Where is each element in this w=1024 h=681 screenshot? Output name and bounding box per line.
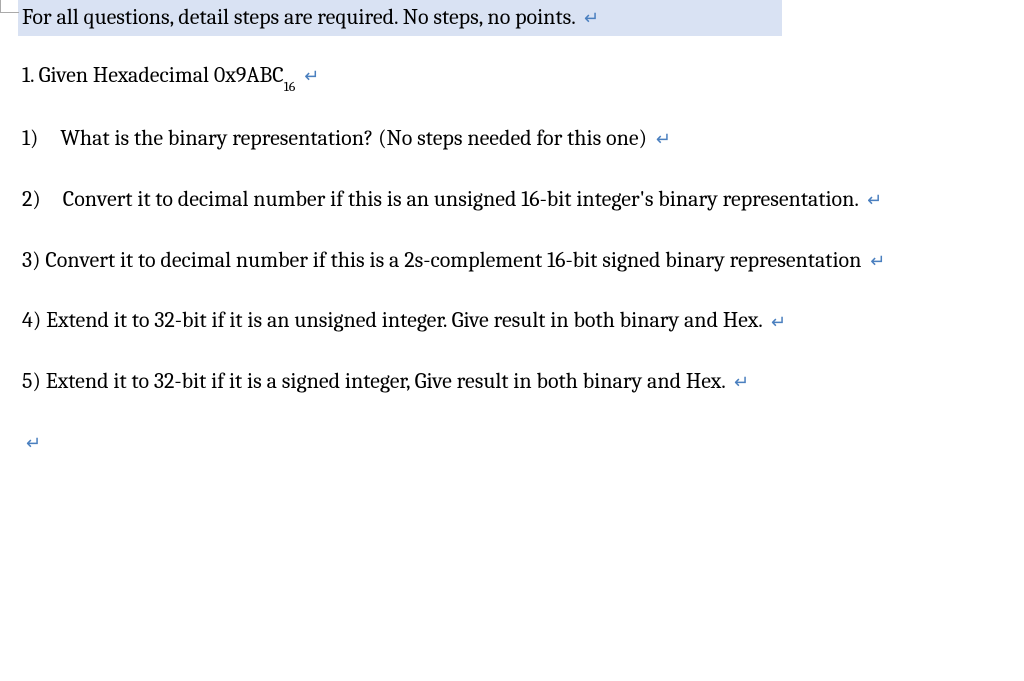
- q1-1-text: 1) What is the binary representation? (N…: [22, 125, 647, 151]
- q1-header-text: 1. Given Hexadecimal 0x9ABC: [22, 62, 284, 88]
- q1-5-text: 5) Extend it to 32-bit if it is a signed…: [22, 368, 725, 394]
- question-1-part-4: 4) Extend it to 32-bit if it is an unsig…: [22, 305, 1000, 336]
- q1-2-text: 2) Convert it to decimal number if this …: [22, 186, 858, 212]
- paragraph-mark-icon: ↵: [656, 127, 671, 152]
- paragraph-mark-icon: ↵: [870, 249, 885, 274]
- question-1-part-3: 3) Convert it to decimal number if this …: [22, 245, 1000, 276]
- instruction-highlight: For all questions, detail steps are requ…: [18, 0, 782, 36]
- question-1-part-2: 2) Convert it to decimal number if this …: [22, 184, 1000, 215]
- paragraph-mark-icon: ↵: [26, 431, 41, 456]
- paragraph-mark-icon: ↵: [304, 64, 319, 89]
- q1-4-text: 4) Extend it to 32-bit if it is an unsig…: [22, 307, 762, 333]
- question-1-header: 1. Given Hexadecimal 0x9ABC16 ↵: [22, 60, 1000, 93]
- q1-3-text: 3) Convert it to decimal number if this …: [22, 247, 861, 273]
- paragraph-mark-icon: ↵: [734, 370, 749, 395]
- paragraph-mark-icon: ↵: [584, 8, 599, 29]
- paragraph-mark-icon: ↵: [867, 188, 882, 213]
- empty-paragraph: ↵: [22, 427, 1000, 458]
- paragraph-mark-icon: ↵: [771, 310, 786, 335]
- question-1-part-5: 5) Extend it to 32-bit if it is a signed…: [22, 366, 1000, 397]
- question-1-part-1: 1) What is the binary representation? (N…: [22, 123, 1000, 154]
- document-page: For all questions, detail steps are requ…: [0, 0, 1024, 458]
- q1-subscript: 16: [284, 78, 296, 95]
- instruction-text: For all questions, detail steps are requ…: [22, 4, 575, 30]
- page-corner-mark: [0, 0, 19, 13]
